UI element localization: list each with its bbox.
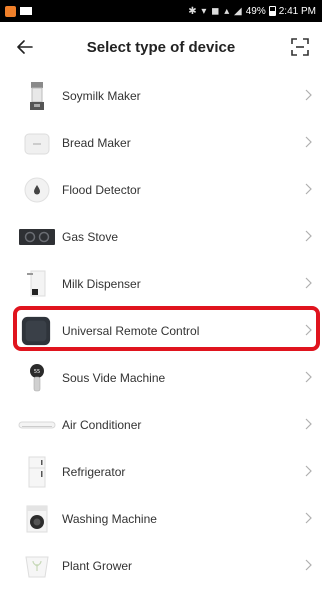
scan-button[interactable] — [288, 35, 312, 59]
device-label: Universal Remote Control — [62, 323, 200, 338]
device-type-list: Soymilk Maker Bread Maker Flood Detector — [0, 72, 322, 589]
status-bar: ✱ ▾ ◼ ▴ ◢ 49% 2:41 PM — [0, 0, 322, 22]
chevron-right-icon — [302, 181, 314, 197]
device-label: Plant Grower — [62, 558, 133, 573]
milk-dispenser-icon — [21, 268, 53, 300]
device-row-plant-grower[interactable]: Plant Grower — [0, 542, 322, 589]
svg-text:55: 55 — [34, 369, 40, 375]
clock: 2:41 PM — [278, 5, 316, 17]
chevron-right-icon — [302, 369, 314, 385]
device-row-sous-vide-machine[interactable]: 55 Sous Vide Machine — [0, 354, 322, 401]
device-label: Bread Maker — [62, 135, 131, 150]
device-row-washing-machine[interactable]: Washing Machine — [0, 495, 322, 542]
sous-vide-icon: 55 — [21, 362, 53, 394]
device-label: Gas Stove — [62, 229, 119, 244]
device-row-refrigerator[interactable]: Refrigerator — [0, 448, 322, 495]
system-icons: ✱ ▾ ◼ ▴ ◢ — [188, 5, 243, 17]
device-row-flood-detector[interactable]: Flood Detector — [0, 166, 322, 213]
device-row-gas-stove[interactable]: Gas Stove — [0, 213, 322, 260]
plant-grower-icon — [21, 550, 53, 582]
device-row-air-conditioner[interactable]: Air Conditioner — [0, 401, 322, 448]
device-row-soymilk-maker[interactable]: Soymilk Maker — [0, 72, 322, 119]
device-label: Sous Vide Machine — [62, 370, 166, 385]
device-label: Soymilk Maker — [62, 88, 141, 103]
device-row-bread-maker[interactable]: Bread Maker — [0, 119, 322, 166]
device-row-universal-remote-control[interactable]: Universal Remote Control — [0, 307, 322, 354]
chevron-right-icon — [302, 416, 314, 432]
device-label: Washing Machine — [62, 511, 157, 526]
back-button[interactable] — [12, 34, 38, 60]
device-label: Milk Dispenser — [62, 276, 141, 291]
device-label: Refrigerator — [62, 464, 126, 479]
device-label: Flood Detector — [62, 182, 141, 197]
bread-maker-icon — [21, 127, 53, 159]
chevron-right-icon — [302, 557, 314, 573]
refrigerator-icon — [21, 456, 53, 488]
device-label: Air Conditioner — [62, 417, 142, 432]
flood-detector-icon — [21, 174, 53, 206]
page-title: Select type of device — [86, 38, 236, 56]
arrow-left-icon — [17, 40, 33, 54]
scan-icon — [291, 38, 309, 56]
washing-machine-icon — [21, 503, 53, 535]
gas-stove-icon — [19, 221, 55, 253]
battery-percent: 49% — [245, 5, 266, 17]
chevron-right-icon — [302, 134, 314, 150]
chevron-right-icon — [302, 510, 314, 526]
air-conditioner-icon — [18, 409, 56, 441]
app-notification-icon — [5, 5, 16, 17]
soymilk-maker-icon — [21, 80, 53, 112]
chevron-right-icon — [302, 463, 314, 479]
chevron-right-icon — [302, 87, 314, 103]
battery-icon — [268, 6, 276, 16]
chevron-right-icon — [302, 275, 314, 291]
chevron-right-icon — [302, 228, 314, 244]
chevron-right-icon — [302, 322, 314, 338]
screen-notification-icon — [20, 7, 32, 15]
device-row-milk-dispenser[interactable]: Milk Dispenser — [0, 260, 322, 307]
remote-control-icon — [20, 315, 52, 347]
app-header: Select type of device — [0, 22, 322, 72]
